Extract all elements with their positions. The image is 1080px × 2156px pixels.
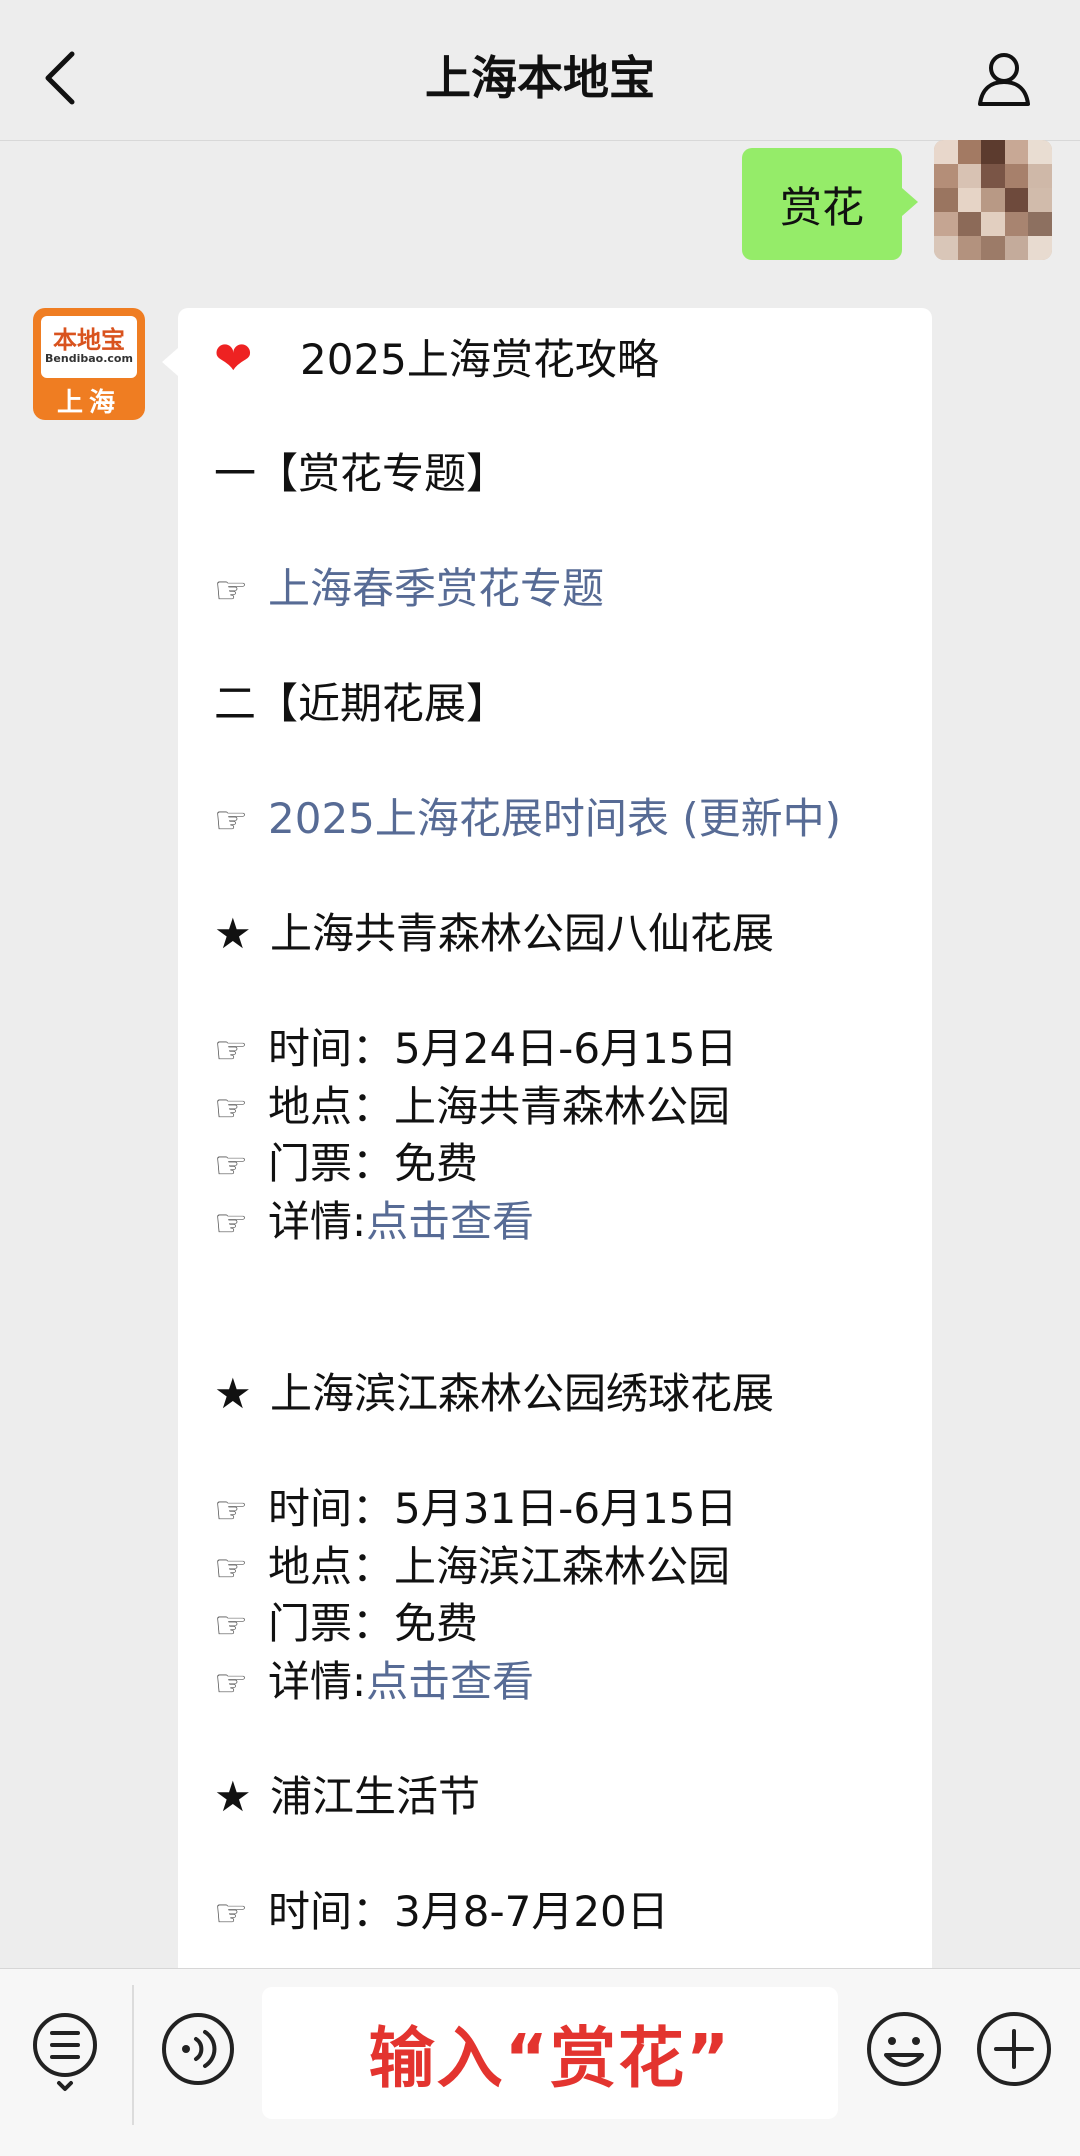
spring-flowers-topic-link[interactable]: 上海春季赏花专题 <box>268 564 604 613</box>
event-time: ☞ 时间：5月24日-6月15日 <box>214 1020 914 1078</box>
pointing-hand-icon: ☞ <box>214 1660 249 1705</box>
event-time: ☞ 时间：3月8-7月20日 <box>214 1883 914 1941</box>
profile-icon[interactable] <box>976 50 1032 108</box>
plus-icon[interactable] <box>974 2009 1054 2089</box>
avatar-site-text: Bendibao.com <box>45 352 133 365</box>
event-time: ☞ 时间：5月31日-6月15日 <box>214 1480 914 1538</box>
flower-show-schedule-link[interactable]: 2025上海花展时间表 (更新中) <box>268 794 841 843</box>
event-ticket: ☞ 门票：免费 <box>214 1595 914 1653</box>
pointing-hand-icon: ☞ <box>214 1488 249 1532</box>
star-icon: ★ <box>214 909 252 958</box>
schedule-link-row: ☞ 2025上海花展时间表 (更新中) <box>214 790 914 848</box>
event-title: ★ 上海滨江森林公园绣球花展 <box>214 1365 914 1423</box>
avatar-brand-text: 本地宝 <box>53 326 125 354</box>
event-title: ★ 上海共青森林公园八仙花展 <box>214 905 914 963</box>
user-message-bubble[interactable]: 赏花 <box>742 148 918 260</box>
divider <box>132 1985 134 2125</box>
event-detail-link[interactable]: 点击查看 <box>366 1197 534 1246</box>
event-place: ☞ 地点：上海滨江森林公园 <box>214 1538 914 1596</box>
message-heading: ❤ 2025上海赏花攻略 <box>214 330 914 388</box>
user-avatar[interactable] <box>934 140 1052 260</box>
event-ticket: ☞ 门票：免费 <box>214 1135 914 1193</box>
bot-message-bubble: ❤ 2025上海赏花攻略 一【赏花专题】 ☞ 上海春季赏花专题 二【近期花展】 ☞ 2… <box>162 308 932 2008</box>
message-input[interactable]: 输入“赏花” <box>262 1987 838 2119</box>
bot-message-content: ❤ 2025上海赏花攻略 一【赏花专题】 ☞ 上海春季赏花专题 二【近期花展】 ☞ 2… <box>214 330 914 1940</box>
pointing-hand-icon: ☞ <box>214 1603 249 1647</box>
pointing-hand-icon: ☞ <box>214 568 249 612</box>
page-title: 上海本地宝 <box>425 51 655 105</box>
pointing-hand-icon: ☞ <box>214 1545 249 1590</box>
event-detail: ☞ 详情:点击查看 <box>214 1653 914 1711</box>
heart-icon: ❤ <box>214 331 253 385</box>
pointing-hand-icon: ☞ <box>214 1143 249 1187</box>
pointing-hand-icon: ☞ <box>214 1085 249 1130</box>
section-heading: 二【近期花展】 <box>214 679 509 728</box>
topic-link-row: ☞ 上海春季赏花专题 <box>214 560 914 618</box>
event-place: ☞ 地点：上海共青森林公园 <box>214 1078 914 1136</box>
star-icon: ★ <box>214 1369 252 1418</box>
star-icon: ★ <box>214 1771 252 1821</box>
pointing-hand-icon: ☞ <box>214 1028 249 1072</box>
voice-input-icon[interactable] <box>160 2011 236 2087</box>
bottom-input-bar: 输入“赏花” <box>0 1968 1080 2156</box>
top-nav-bar: 上海本地宝 <box>0 0 1080 141</box>
section-heading: 一【赏花专题】 <box>214 449 509 498</box>
user-message-text: 赏花 <box>779 182 864 232</box>
event-detail: ☞ 详情:点击查看 <box>214 1193 914 1251</box>
event-detail-link[interactable]: 点击查看 <box>366 1657 534 1706</box>
emoji-icon[interactable] <box>864 2009 944 2089</box>
input-hint-text: 输入“赏花” <box>368 2020 732 2097</box>
menu-list-icon[interactable] <box>30 2007 100 2093</box>
pointing-hand-icon: ☞ <box>214 1200 249 1245</box>
bot-avatar[interactable]: 本地宝 Bendibao.com 上海 <box>33 308 145 420</box>
pointing-hand-icon: ☞ <box>214 1890 249 1935</box>
event-title: ★ 浦江生活节 <box>214 1768 914 1826</box>
pointing-hand-icon: ☞ <box>214 798 249 842</box>
avatar-city-text: 上海 <box>56 388 121 418</box>
